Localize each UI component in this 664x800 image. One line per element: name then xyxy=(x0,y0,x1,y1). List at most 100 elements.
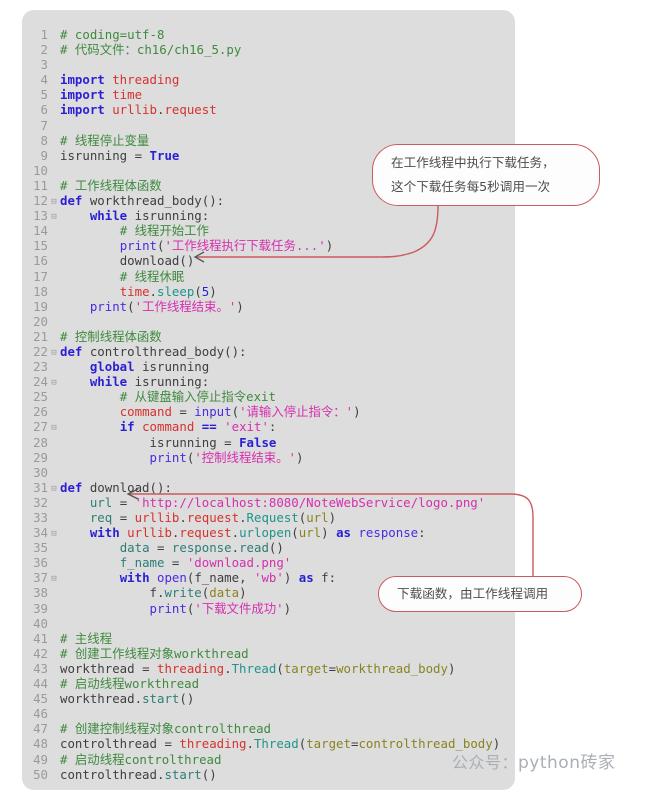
line-number: 6 xyxy=(40,102,48,118)
code-editor-panel: 1 # coding=utf-8 2 # 代码文件：ch16/ch16_5.py 3… xyxy=(22,10,515,790)
code-text: with open(f_name, 'wb') as f: xyxy=(60,570,336,585)
code-token: urllib xyxy=(112,102,157,118)
code-token: = xyxy=(179,404,195,420)
code-token: = xyxy=(224,434,240,450)
watermark: 公众号：python砖家 xyxy=(452,748,615,773)
code-line[interactable]: 34 ⊟ with urllib.request.urlopen(url) as … xyxy=(22,525,515,540)
code-line[interactable]: 35 data = response.read() xyxy=(22,540,515,555)
code-line[interactable]: 13 ⊟ while isrunning: xyxy=(22,208,515,223)
code-line[interactable]: 36 f_name = 'download.png' xyxy=(22,555,515,570)
code-line[interactable]: 42 # 创建工作线程对象workthread xyxy=(22,646,515,661)
code-token: ) xyxy=(236,298,244,314)
code-token: (): xyxy=(149,479,172,495)
code-line[interactable]: 32 url = 'http://localhost:8080/NoteWebS… xyxy=(22,495,515,510)
code-token: import xyxy=(60,102,113,118)
code-line[interactable]: 16 download() xyxy=(22,253,515,268)
code-token: True xyxy=(149,147,180,163)
code-token: '工作线程执行下载任务...' xyxy=(164,238,326,254)
code-line[interactable]: 2 # 代码文件：ch16/ch16_5.py xyxy=(22,42,515,57)
code-line[interactable]: 23 global isrunning xyxy=(22,359,515,374)
code-token: (): xyxy=(201,193,225,209)
code-line[interactable]: 44 # 启动线程workthread xyxy=(22,676,515,691)
code-line[interactable]: 31 ⊟ def download(): xyxy=(22,480,515,495)
code-line[interactable]: 47 # 创建控制线程对象controlthread xyxy=(22,721,515,736)
code-line[interactable]: 49 # 启动线程controlthread xyxy=(22,752,515,767)
code-line[interactable]: 28 isrunning = False xyxy=(22,435,515,450)
code-line[interactable]: 14 # 线程开始工作 xyxy=(22,223,515,238)
code-text: while isrunning: xyxy=(60,208,209,223)
code-token: . xyxy=(246,736,254,752)
code-line[interactable]: 6 import urllib.request xyxy=(22,102,515,117)
code-token: ( xyxy=(194,283,202,299)
line-number: 47 xyxy=(33,721,48,737)
code-text: print('工作线程执行下载任务...') xyxy=(60,238,333,253)
code-line[interactable]: 20 xyxy=(22,314,515,329)
code-token: response xyxy=(358,525,419,541)
code-line[interactable]: 40 xyxy=(22,616,515,631)
code-line[interactable]: 41 # 主线程 xyxy=(22,631,515,646)
code-line[interactable]: 50 controlthread.start() xyxy=(22,767,515,782)
line-number: 23 xyxy=(33,359,48,375)
code-token: : xyxy=(328,570,337,586)
line-number: 38 xyxy=(33,585,48,601)
code-line[interactable]: 29 print('控制线程结束。') xyxy=(22,450,515,465)
line-number: 24 xyxy=(33,374,48,390)
line-number: 18 xyxy=(33,283,48,299)
code-text: def workthread_body(): xyxy=(60,193,224,208)
code-token: ( xyxy=(276,660,284,676)
code-token: ) xyxy=(283,570,299,586)
code-line[interactable]: 3 xyxy=(22,57,515,72)
code-token: with xyxy=(89,525,128,541)
code-token: ) xyxy=(328,510,337,525)
code-line[interactable]: 27 ⊟ if command == 'exit': xyxy=(22,419,515,434)
code-line[interactable]: 43 workthread = threading.Thread(target=… xyxy=(22,661,515,676)
code-line[interactable]: 21 # 控制线程体函数 xyxy=(22,329,515,344)
code-token: def xyxy=(60,479,90,495)
code-text: global isrunning xyxy=(60,359,209,374)
line-number: 50 xyxy=(33,766,48,782)
code-line[interactable]: 24 ⊟ while isrunning: xyxy=(22,374,515,389)
line-number: 7 xyxy=(40,117,48,133)
code-token: 'http://localhost:8080/NoteWebService/lo… xyxy=(134,494,486,510)
code-text: print('控制线程结束。') xyxy=(60,450,304,465)
code-text: # 创建工作线程对象workthread xyxy=(60,646,249,661)
code-line[interactable]: 45 workthread.start() xyxy=(22,691,515,706)
code-line[interactable]: 30 xyxy=(22,465,515,480)
code-token: ) xyxy=(239,585,247,601)
code-line[interactable]: 25 # 从键盘输入停止指令exit xyxy=(22,389,515,404)
code-line[interactable]: 46 xyxy=(22,706,515,721)
code-line[interactable]: 48 controlthread = threading.Thread(targ… xyxy=(22,736,515,751)
code-token: global xyxy=(89,359,143,375)
code-line[interactable]: 4 import threading xyxy=(22,72,515,87)
code-line[interactable]: 33 req = urllib.request.Request(url) xyxy=(22,510,515,525)
code-line[interactable]: 15 print('工作线程执行下载任务...') xyxy=(22,238,515,253)
code-line[interactable]: 5 import time xyxy=(22,87,515,102)
code-line[interactable]: 18 time.sleep(5) xyxy=(22,284,515,299)
code-token: controlthread_body xyxy=(89,343,225,359)
code-token: print xyxy=(119,238,157,254)
code-line[interactable]: 1 # coding=utf-8 xyxy=(22,27,515,42)
code-token: request xyxy=(164,102,217,118)
line-number: 4 xyxy=(40,72,48,88)
code-text: if command == 'exit': xyxy=(60,419,277,434)
code-text: import urllib.request xyxy=(60,102,217,117)
code-token: response xyxy=(171,540,232,556)
code-token: print xyxy=(149,600,187,616)
line-number: 26 xyxy=(33,404,48,420)
code-token: # 启动线程workthread xyxy=(60,676,200,692)
code-line[interactable]: 19 print('工作线程结束。') xyxy=(22,299,515,314)
code-token: ) xyxy=(321,525,337,541)
code-token: # 创建控制线程对象controlthread xyxy=(60,721,272,737)
code-line[interactable]: 26 command = input('请输入停止指令：') xyxy=(22,404,515,419)
watermark-name: python砖家 xyxy=(518,753,616,773)
line-number: 42 xyxy=(33,645,48,661)
code-line[interactable]: 22 ⊟ def controlthread_body(): xyxy=(22,344,515,359)
code-line[interactable]: 7 xyxy=(22,118,515,133)
code-line[interactable]: 17 # 线程休眠 xyxy=(22,269,515,284)
